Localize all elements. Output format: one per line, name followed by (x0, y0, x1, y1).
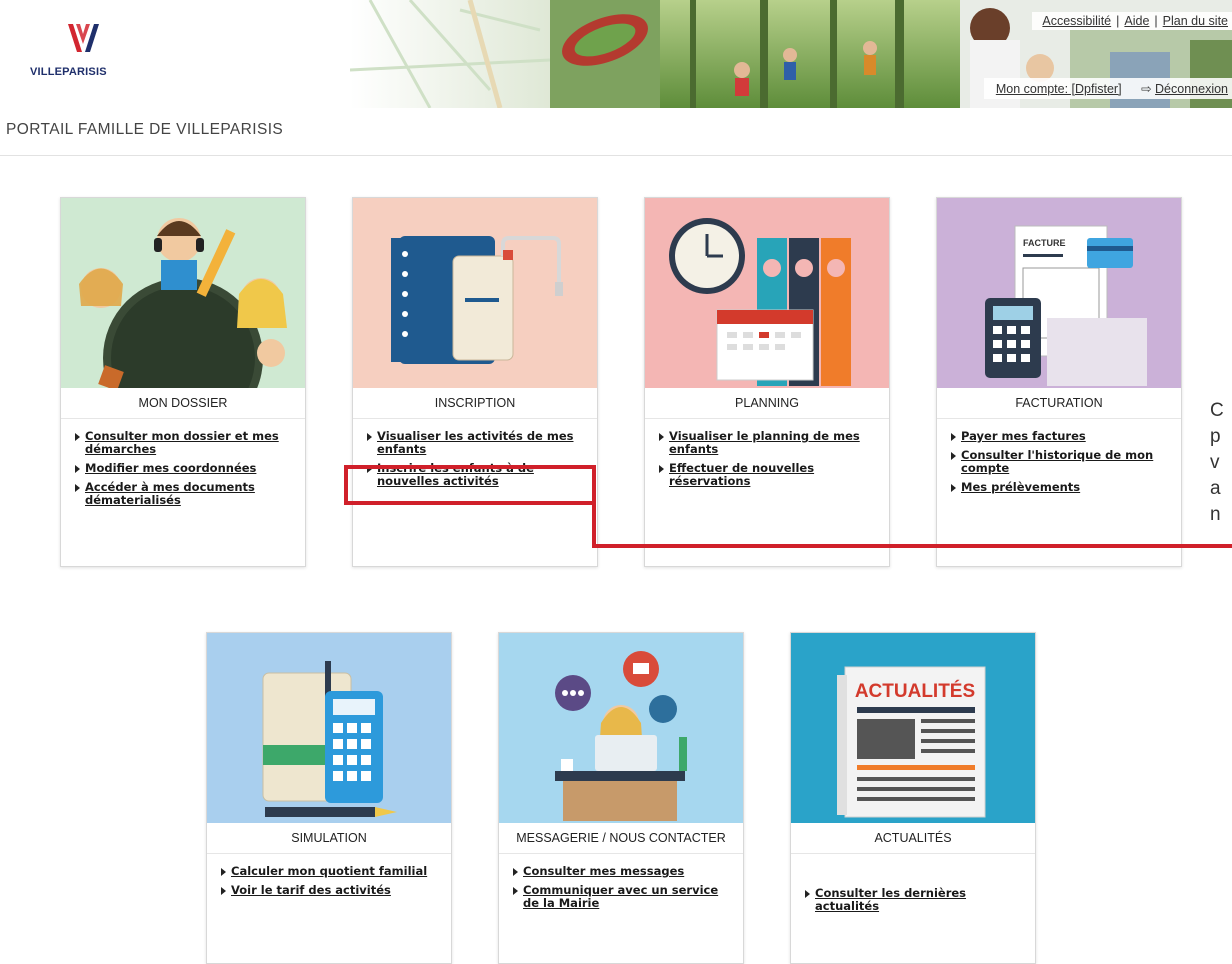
messagerie-illustration[interactable] (499, 633, 743, 823)
site-header: VILLEPARISIS Accessibilité | Aide | Plan… (0, 0, 1232, 110)
card-title: PLANNING (645, 388, 889, 419)
card-mon-dossier: MON DOSSIER Consulter mon dossier et mes… (60, 197, 306, 567)
inscription-illustration[interactable] (353, 198, 597, 388)
card-title: SIMULATION (207, 823, 451, 854)
documents-link[interactable]: Accéder à mes documents dématerialisés (85, 480, 255, 507)
logo-v-mark (68, 24, 99, 52)
list-item: Calculer mon quotient familial (221, 865, 443, 878)
consult-dossier-link[interactable]: Consulter mon dossier et mes démarches (85, 429, 279, 456)
side-note-cropped: C p v a n (1210, 400, 1224, 525)
list-item: Communiquer avec un service de la Mairie (513, 884, 735, 910)
callout-line-horizontal (592, 544, 1232, 548)
pay-invoices-link[interactable]: Payer mes factures (961, 429, 1086, 443)
list-item: Consulter mon dossier et mes démarches (75, 430, 297, 456)
card-link-list: Consulter mes messages Communiquer avec … (513, 865, 735, 916)
accessibility-link[interactable]: Accessibilité (1042, 14, 1111, 28)
card-title: ACTUALITÉS (791, 823, 1035, 854)
account-bar: Mon compte: [Dpfister] ⇨ Déconnexion (983, 78, 1232, 99)
card-title: MON DOSSIER (61, 388, 305, 419)
view-activities-link[interactable]: Visualiser les activités de mes enfants (377, 429, 574, 456)
card-link-list: Visualiser le planning de mes enfants Ef… (659, 430, 881, 494)
sitemap-link[interactable]: Plan du site (1163, 14, 1228, 28)
list-item: Visualiser le planning de mes enfants (659, 430, 881, 456)
list-item: Voir le tarif des activités (221, 884, 443, 897)
card-link-list: Calculer mon quotient familial Voir le t… (221, 865, 443, 903)
header-divider (0, 155, 1232, 156)
modify-contact-link[interactable]: Modifier mes coordonnées (85, 461, 256, 475)
list-item: Consulter mes messages (513, 865, 735, 878)
account-history-link[interactable]: Consulter l'historique de mon compte (961, 448, 1153, 475)
card-actualites: ACTUALITÉS ACTUALITÉS Consulter les dern… (790, 632, 1036, 964)
card-simulation: SIMULATION Calculer mon quotient familia… (206, 632, 452, 964)
facture-label: FACTURE (1023, 238, 1066, 248)
card-facturation: FACTURE FACTURATION Payer mes factures C… (936, 197, 1182, 567)
list-item: Payer mes factures (951, 430, 1173, 443)
mon-dossier-illustration[interactable] (61, 198, 305, 388)
help-link[interactable]: Aide (1124, 14, 1149, 28)
actualites-illustration[interactable]: ACTUALITÉS (791, 633, 1035, 823)
card-inscription: INSCRIPTION Visualiser les activités de … (352, 197, 598, 567)
my-account-link[interactable]: Mon compte: [Dpfister] (996, 82, 1122, 96)
list-item: Effectuer de nouvelles réservations (659, 462, 881, 488)
list-item: Consulter l'historique de mon compte (951, 449, 1173, 475)
activity-rates-link[interactable]: Voir le tarif des activités (231, 883, 391, 897)
card-title: MESSAGERIE / NOUS CONTACTER (499, 823, 743, 854)
direct-debits-link[interactable]: Mes prélèvements (961, 480, 1080, 494)
actualites-label: ACTUALITÉS (855, 680, 975, 702)
latest-news-link[interactable]: Consulter les dernières actualités (815, 886, 966, 913)
top-utility-links: Accessibilité | Aide | Plan du site (1032, 12, 1232, 30)
card-title: INSCRIPTION (353, 388, 597, 419)
highlight-box (344, 465, 596, 505)
facturation-illustration[interactable]: FACTURE (937, 198, 1181, 388)
card-link-list: Payer mes factures Consulter l'historiqu… (951, 430, 1173, 500)
card-messagerie: MESSAGERIE / NOUS CONTACTER Consulter me… (498, 632, 744, 964)
list-item: Consulter les dernières actualités (805, 887, 1027, 913)
page-title: PORTAIL FAMILLE DE VILLEPARISIS (6, 121, 284, 138)
card-link-list: Consulter mon dossier et mes démarches M… (75, 430, 297, 513)
simulation-illustration[interactable] (207, 633, 451, 823)
card-planning: PLANNING Visualiser le planning de mes e… (644, 197, 890, 567)
list-item: Mes prélèvements (951, 481, 1173, 494)
list-item: Modifier mes coordonnées (75, 462, 297, 475)
quotient-calc-link[interactable]: Calculer mon quotient familial (231, 864, 427, 878)
contact-service-link[interactable]: Communiquer avec un service de la Mairie (523, 883, 718, 910)
villeparisis-logo[interactable]: VILLEPARISIS (30, 20, 150, 90)
logout-group: ⇨ Déconnexion (1141, 82, 1228, 96)
card-title: FACTURATION (937, 388, 1181, 419)
list-item: Visualiser les activités de mes enfants (367, 430, 589, 456)
list-item: Accéder à mes documents dématerialisés (75, 481, 297, 507)
new-reservations-link[interactable]: Effectuer de nouvelles réservations (669, 461, 814, 488)
card-link-list: Consulter les dernières actualités (805, 887, 1027, 919)
view-planning-link[interactable]: Visualiser le planning de mes enfants (669, 429, 860, 456)
callout-line-vertical (592, 501, 596, 548)
logout-link[interactable]: Déconnexion (1155, 82, 1228, 96)
planning-illustration[interactable] (645, 198, 889, 388)
messages-link[interactable]: Consulter mes messages (523, 864, 684, 878)
logout-icon: ⇨ (1141, 82, 1152, 96)
logo-text: VILLEPARISIS (30, 66, 107, 78)
